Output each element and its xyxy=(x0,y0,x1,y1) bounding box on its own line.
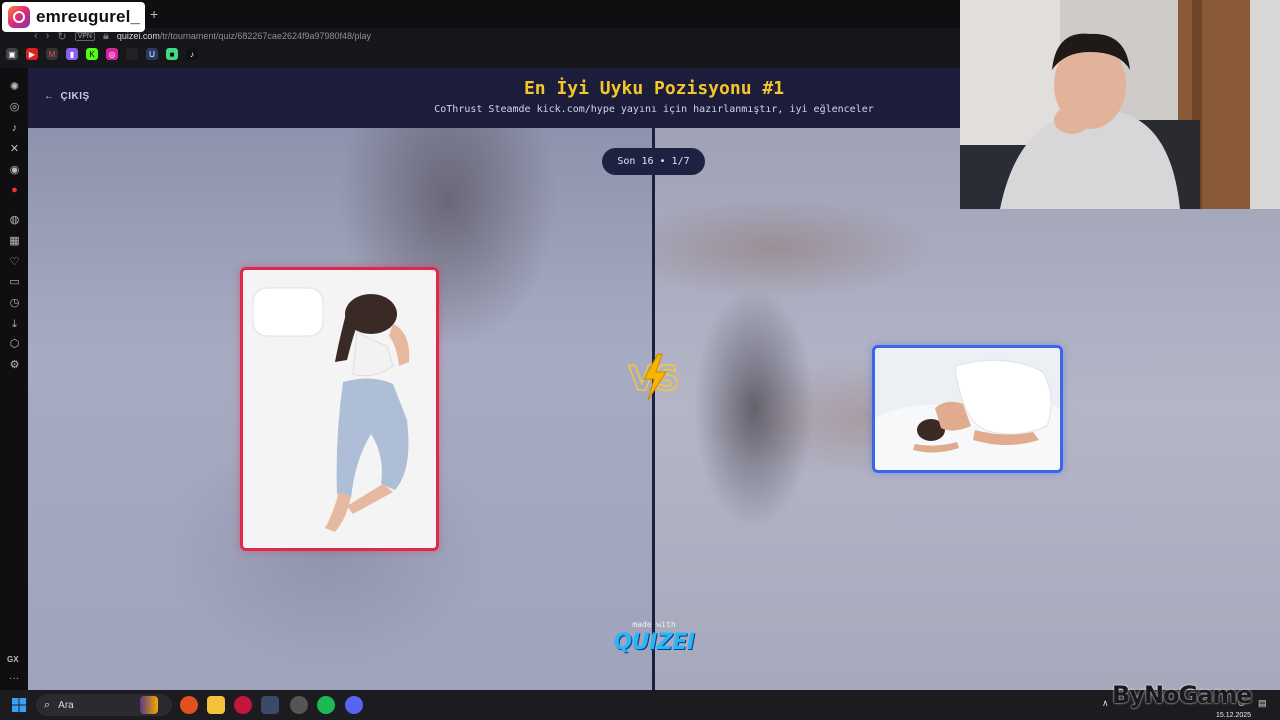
center-divider xyxy=(652,128,655,690)
history-icon[interactable]: ◷ xyxy=(8,297,21,310)
download-icon[interactable]: ⤓ xyxy=(8,318,21,331)
blank-bookmark-icon[interactable] xyxy=(126,48,138,60)
url-domain: quizei.com xyxy=(116,31,160,41)
green-app-icon[interactable]: ■ xyxy=(166,48,178,60)
grid-icon[interactable]: ▦ xyxy=(8,235,21,248)
chrome-icon[interactable] xyxy=(290,696,308,714)
instagram-side-icon[interactable]: ◎ xyxy=(8,101,21,114)
x-icon[interactable]: ✕ xyxy=(8,143,21,156)
vs-lightning-icon: VS xyxy=(628,353,680,401)
twitch-icon[interactable]: ▮ xyxy=(66,48,78,60)
spotify-icon[interactable]: ◍ xyxy=(8,214,21,227)
wallet-icon[interactable]: ▭ xyxy=(8,276,21,289)
settings-icon[interactable]: ⚙ xyxy=(8,359,21,372)
search-placeholder: Ara xyxy=(58,699,74,711)
webcam-overlay xyxy=(960,0,1280,209)
instagram-handle-overlay: emreugurel_ xyxy=(2,2,145,32)
tiktok-bookmark-icon[interactable]: ♪ xyxy=(186,48,198,60)
opera-gx-icon[interactable] xyxy=(234,696,252,714)
youtube-icon[interactable]: ▶ xyxy=(26,48,38,60)
search-icon: ⌕ xyxy=(44,698,51,711)
fetal-position-photo xyxy=(875,348,1060,470)
vpn-badge[interactable]: VPN xyxy=(74,31,95,41)
option-card-right[interactable] xyxy=(872,345,1063,473)
notification-icon[interactable]: ● xyxy=(8,184,21,197)
gamepad-icon[interactable]: ▣ xyxy=(6,48,18,60)
taskbar: ⌕ Ara ∧ ⏱ ▤ xyxy=(0,690,1280,720)
browser-sidebar: ✺ ◎ ♪ ✕ ◉ ● ◍ ▦ ♡ ▭ ◷ ⤓ ⬡ ⚙ GX ··· xyxy=(0,68,28,690)
notification-center-icon[interactable]: ▤ xyxy=(1258,698,1267,709)
bookmarks-bar: ▣ ▶ M ▮ K ◎ U ■ ♪ xyxy=(6,48,198,60)
round-indicator: Son 16 • 1/7 xyxy=(602,148,705,175)
tiktok-icon[interactable]: ♪ xyxy=(8,122,21,135)
gmail-icon[interactable]: M xyxy=(46,48,58,60)
game-app-icon[interactable] xyxy=(140,696,158,714)
kick-icon[interactable]: K xyxy=(86,48,98,60)
gx-icon[interactable]: GX xyxy=(7,655,19,664)
cube-icon[interactable]: ⬡ xyxy=(8,338,21,351)
chatgpt-icon[interactable]: ✺ xyxy=(8,81,21,94)
heart-icon[interactable]: ♡ xyxy=(8,256,21,269)
shield-bookmark-icon[interactable]: U xyxy=(146,48,158,60)
more-icon[interactable]: ··· xyxy=(9,673,19,684)
url-text[interactable]: quizei.com/tr/tournament/quiz/682267cae2… xyxy=(117,31,371,41)
bynogame-watermark: ByNoGame xyxy=(1112,681,1253,709)
instagram-icon xyxy=(8,6,30,28)
discord-icon[interactable]: ◉ xyxy=(8,164,21,177)
new-tab-button[interactable]: + xyxy=(150,6,158,22)
file-explorer-icon[interactable] xyxy=(207,696,225,714)
spotify-taskbar-icon[interactable] xyxy=(317,696,335,714)
option-card-left[interactable] xyxy=(240,267,439,551)
quizei-logo[interactable]: QUIZEI xyxy=(28,630,1280,655)
windows-start-icon[interactable] xyxy=(12,698,27,713)
streamer-webcam xyxy=(960,0,1280,209)
instagram-bookmark-icon[interactable]: ◎ xyxy=(106,48,118,60)
side-sleeping-photo xyxy=(243,270,436,548)
made-with-label: made with xyxy=(632,620,676,629)
discord-taskbar-icon[interactable] xyxy=(345,696,363,714)
tray-chevron-icon[interactable]: ∧ xyxy=(1102,698,1109,709)
url-path: /tr/tournament/quiz/682267cae2624f9a9798… xyxy=(159,31,372,41)
taskbar-date[interactable]: 15.12.2025 xyxy=(1216,712,1251,719)
browser-app-icon[interactable] xyxy=(180,696,198,714)
steam-icon[interactable] xyxy=(261,696,279,714)
instagram-handle: emreugurel_ xyxy=(36,7,141,26)
